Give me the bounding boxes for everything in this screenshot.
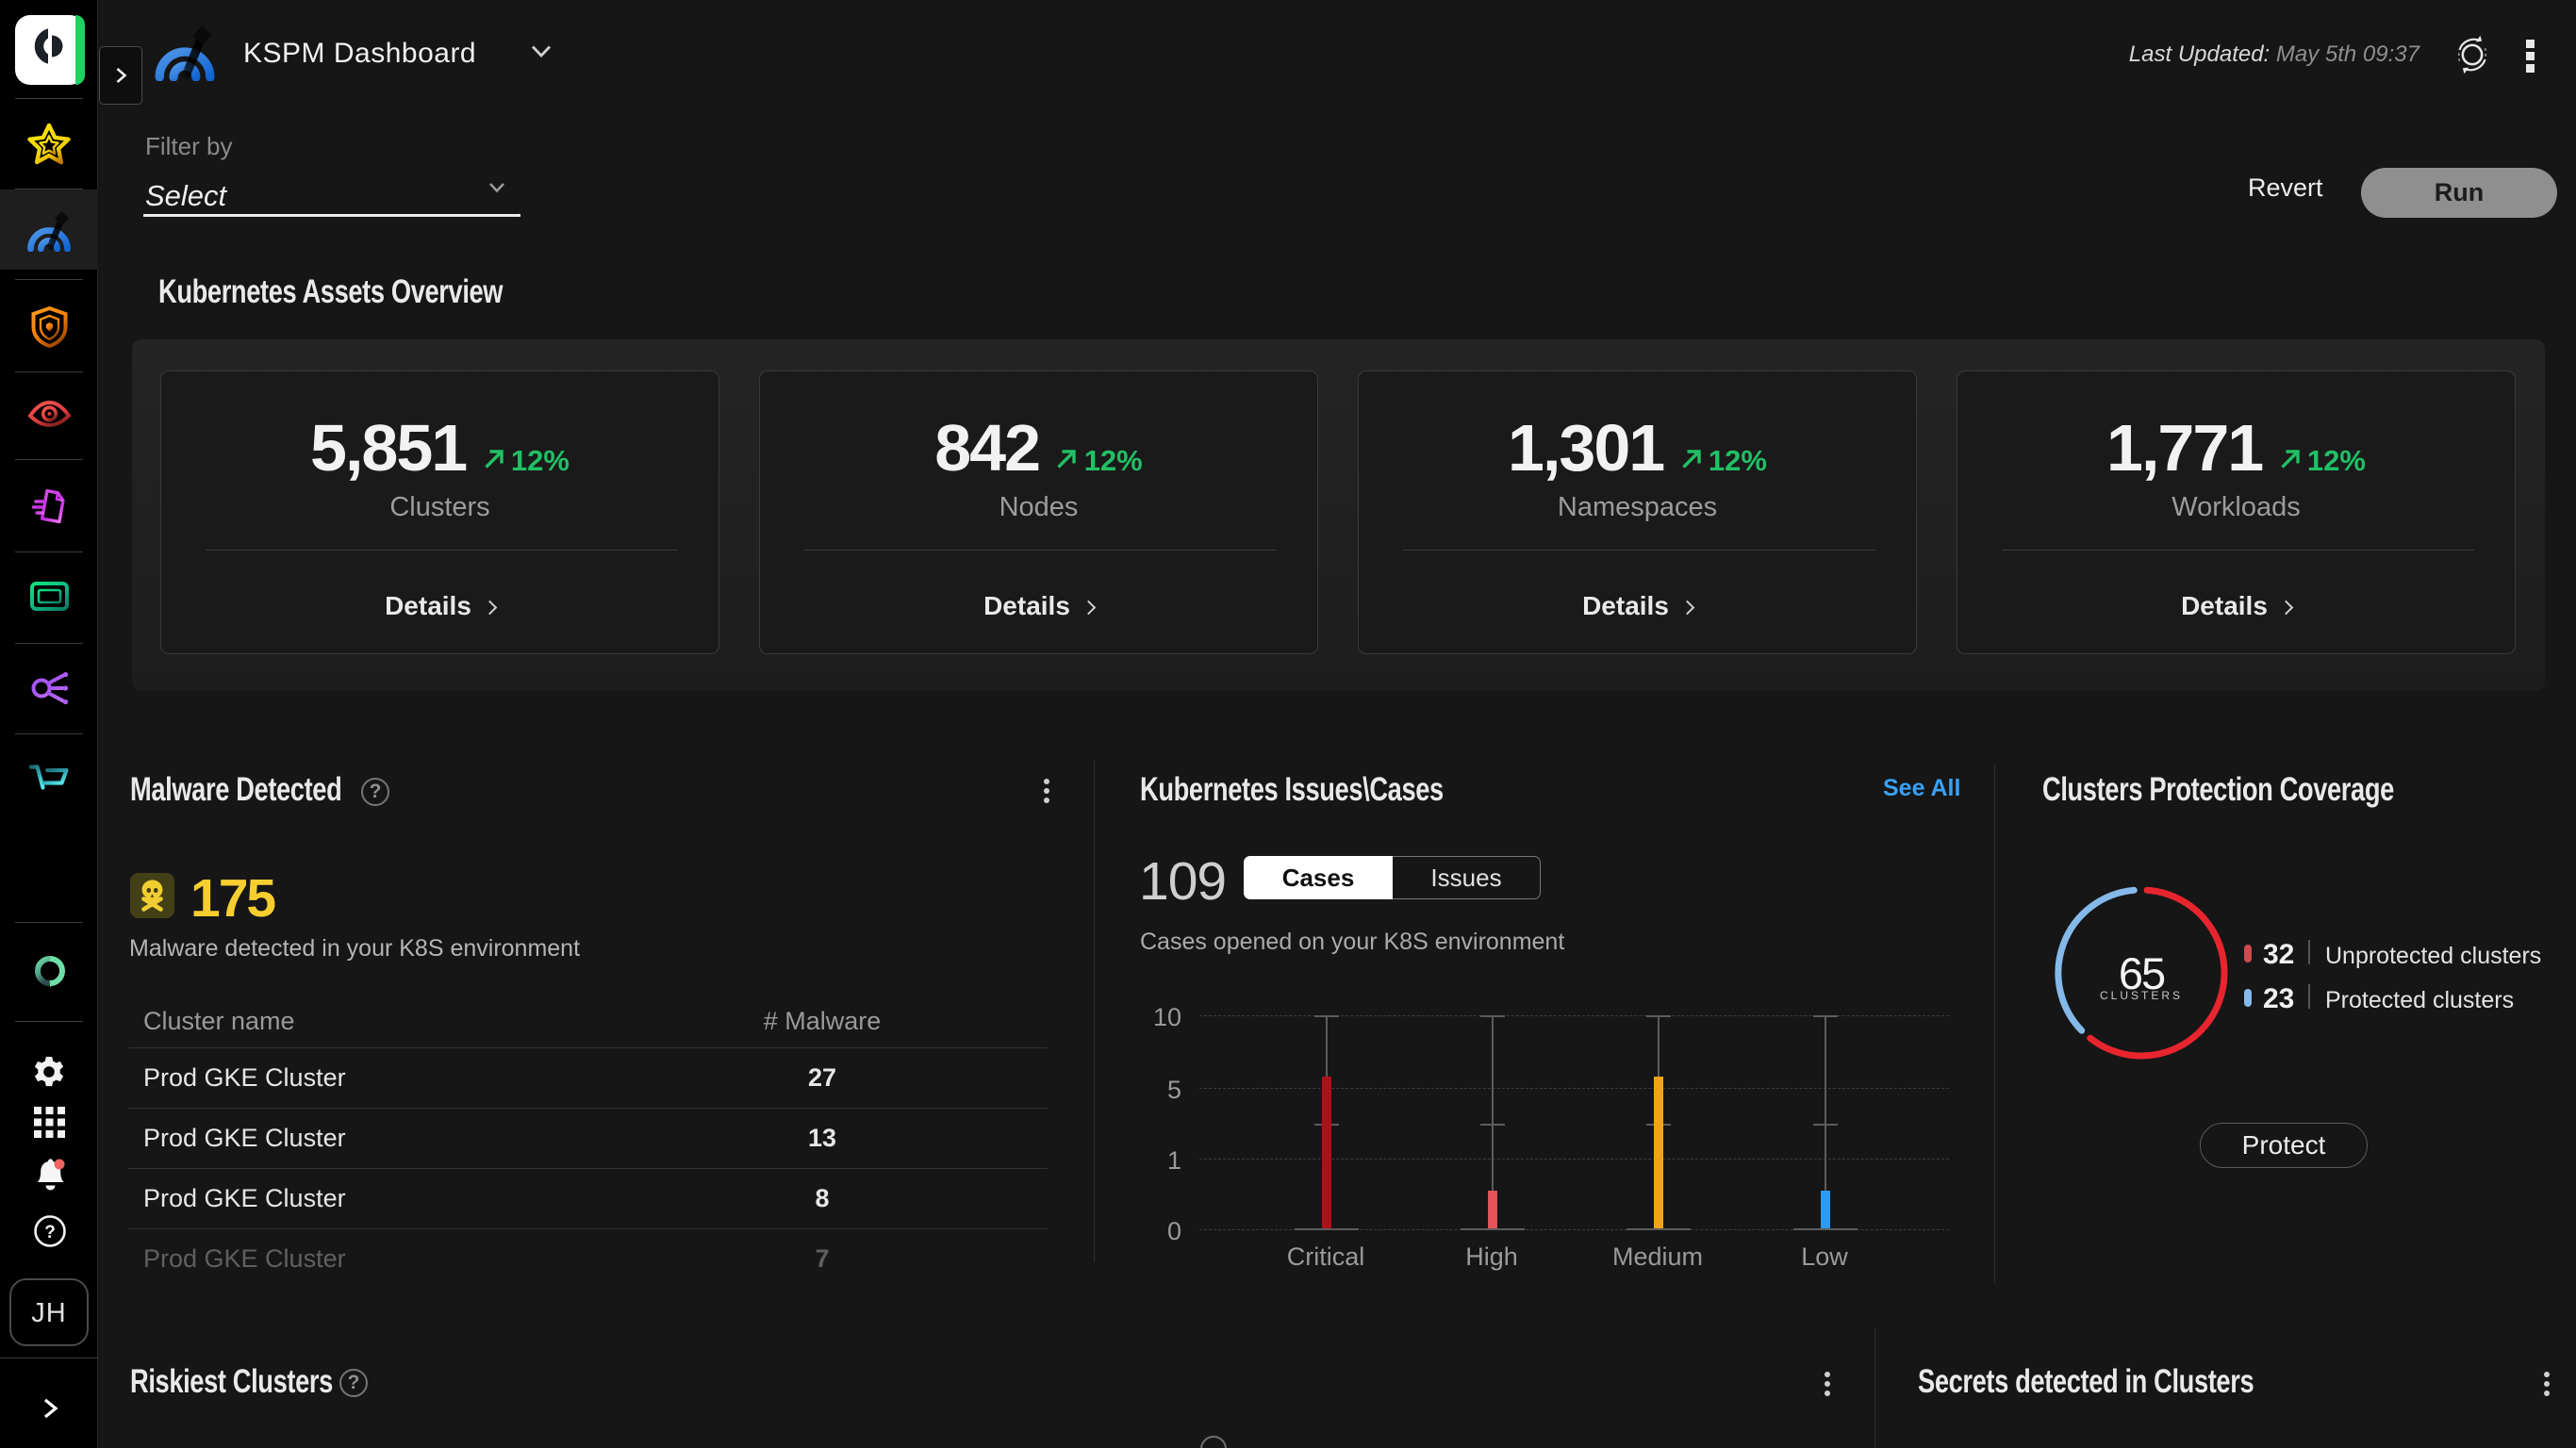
- svg-text:CLUSTERS: CLUSTERS: [2100, 989, 2183, 1002]
- svg-text:?: ?: [44, 1223, 56, 1242]
